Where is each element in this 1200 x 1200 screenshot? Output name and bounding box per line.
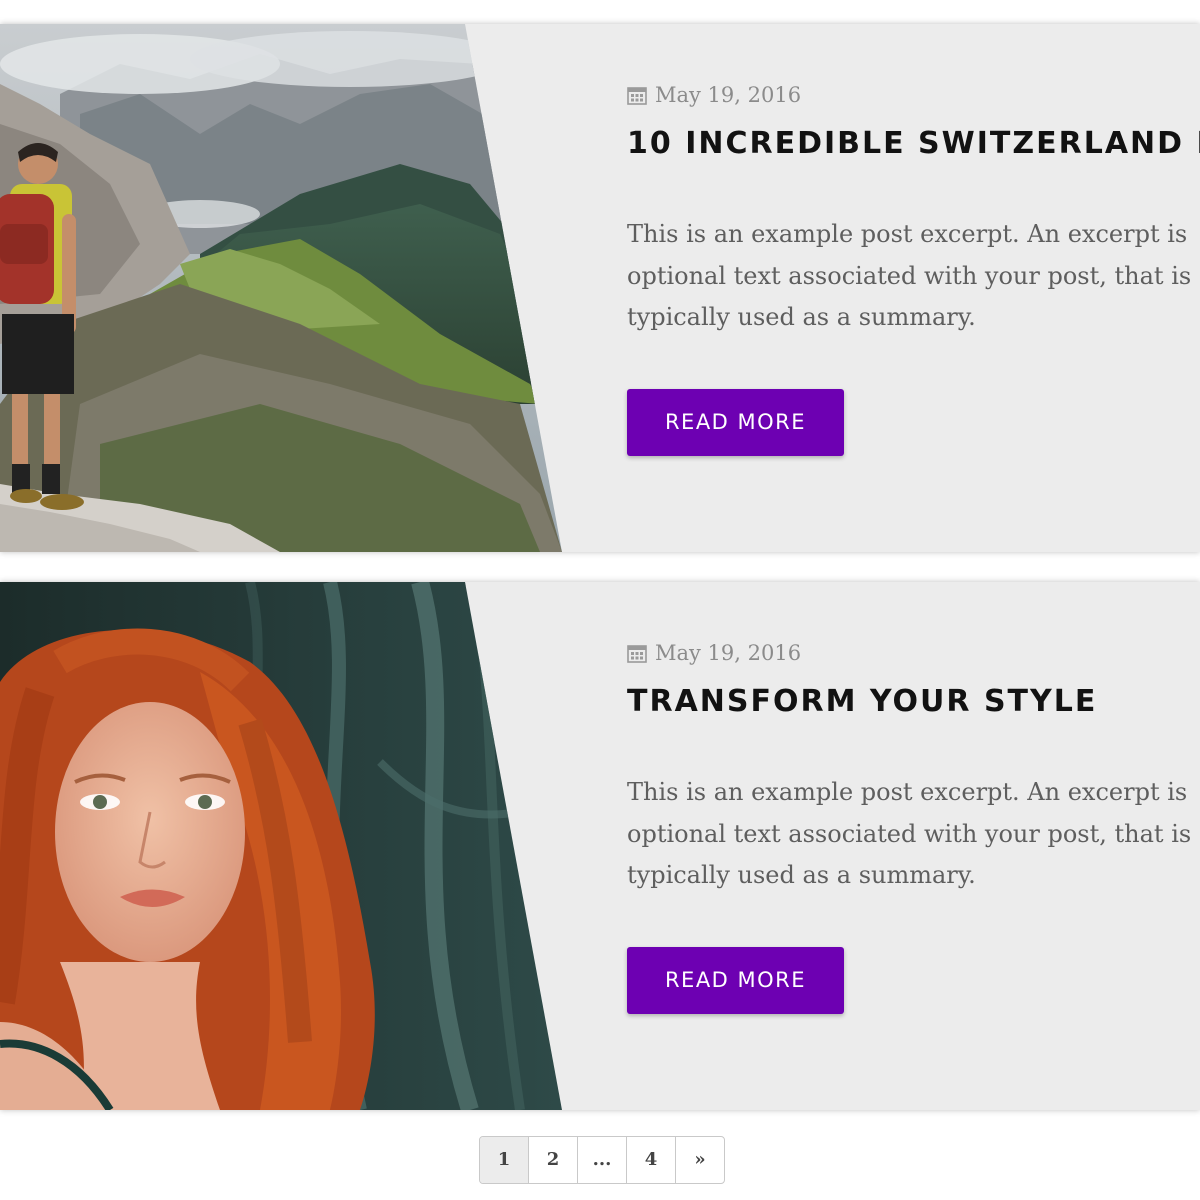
post-title[interactable]: TRANSFORM YOUR STYLE <box>627 684 1097 719</box>
page-button-4[interactable]: 4 <box>627 1137 676 1183</box>
post-date: May 19, 2016 <box>627 640 801 666</box>
page-button-2[interactable]: 2 <box>529 1137 578 1183</box>
post-date-text: May 19, 2016 <box>655 83 802 107</box>
read-more-button[interactable]: READ MORE <box>627 389 844 456</box>
calendar-icon <box>627 87 647 105</box>
calendar-icon <box>627 645 647 663</box>
post-date: May 19, 2016 <box>627 82 801 108</box>
post-thumbnail-hiker[interactable] <box>0 24 562 552</box>
pagination: 1 2 ... 4 » <box>479 1136 725 1184</box>
page-ellipsis: ... <box>578 1137 627 1183</box>
blog-list-page: May 19, 2016 10 INCREDIBLE SWITZERLAND H… <box>0 0 1200 1200</box>
next-page-button[interactable]: » <box>676 1137 724 1183</box>
post-date-text: May 19, 2016 <box>655 641 802 665</box>
post-card: May 19, 2016 TRANSFORM YOUR STYLE This i… <box>0 582 1200 1110</box>
page-button-1[interactable]: 1 <box>480 1137 529 1183</box>
post-excerpt: This is an example post excerpt. An exce… <box>627 778 1192 889</box>
post-title[interactable]: 10 INCREDIBLE SWITZERLAND HI <box>627 126 1200 161</box>
post-content: May 19, 2016 TRANSFORM YOUR STYLE This i… <box>627 582 1200 1110</box>
read-more-button[interactable]: READ MORE <box>627 947 844 1014</box>
post-card: May 19, 2016 10 INCREDIBLE SWITZERLAND H… <box>0 24 1200 552</box>
post-content: May 19, 2016 10 INCREDIBLE SWITZERLAND H… <box>627 24 1200 552</box>
post-thumbnail-portrait[interactable] <box>0 582 562 1110</box>
post-excerpt: This is an example post excerpt. An exce… <box>627 220 1192 331</box>
